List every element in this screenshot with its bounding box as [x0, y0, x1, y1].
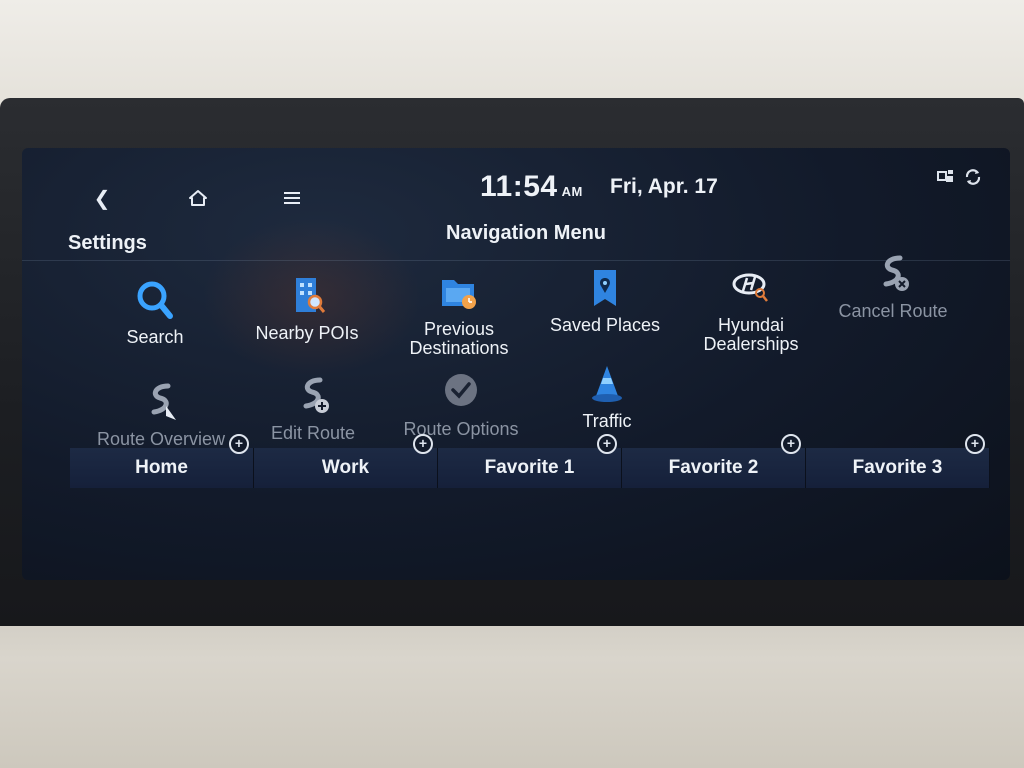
- clock: 11:54 AM: [480, 170, 583, 204]
- favorite-work-label: Work: [321, 457, 370, 478]
- hamburger-menu-icon: [284, 192, 300, 204]
- add-favorite-1-icon[interactable]: +: [597, 434, 617, 454]
- previous-destinations-label: Previous Destinations: [409, 319, 509, 358]
- favorite-1-button[interactable]: Favorite 1 +: [438, 434, 622, 488]
- clock-ampm: AM: [561, 184, 583, 199]
- search-label: Search: [126, 327, 184, 347]
- settings-button[interactable]: Settings: [68, 232, 147, 255]
- status-icons: [936, 168, 982, 186]
- hyundai-dealerships-label: Hyundai Dealerships: [703, 315, 799, 354]
- back-chevron-icon: ❮: [93, 186, 111, 210]
- route-overview-menu-item[interactable]: Route Overview: [86, 380, 236, 449]
- search-menu-item[interactable]: Search: [80, 278, 230, 347]
- add-favorite-3-icon[interactable]: +: [965, 434, 985, 454]
- previous-destinations-menu-item[interactable]: Previous Destinations: [384, 270, 534, 358]
- hyundai-dealerships-menu-item[interactable]: Hyundai Dealerships: [676, 266, 826, 354]
- favorite-2-button[interactable]: Favorite 2 +: [622, 434, 806, 488]
- favorite-home-label: Home: [135, 457, 188, 478]
- add-home-icon[interactable]: +: [229, 434, 249, 454]
- infotainment-screen: ❮ 11:54 AM Fri, Apr. 17 Settings Navigat…: [22, 148, 1010, 580]
- search-icon: [137, 281, 173, 319]
- saved-places-icon: [594, 270, 616, 306]
- hyundai-logo-icon: [732, 273, 768, 302]
- page-title: Navigation Menu: [446, 222, 607, 244]
- route-options-menu-item[interactable]: Route Options: [386, 370, 536, 439]
- edit-route-label: Edit Route: [270, 423, 356, 443]
- saved-places-menu-item[interactable]: Saved Places: [530, 266, 680, 335]
- menu-button[interactable]: [272, 180, 312, 216]
- add-favorite-2-icon[interactable]: +: [781, 434, 801, 454]
- folder-clock-icon: [442, 280, 476, 309]
- sync-icon: [965, 169, 981, 185]
- favorite-3-label: Favorite 3: [852, 457, 943, 478]
- favorite-1-label: Favorite 1: [484, 457, 575, 478]
- favorite-work-button[interactable]: Work +: [254, 434, 438, 488]
- nearby-pois-label: Nearby POIs: [255, 323, 359, 343]
- back-button[interactable]: ❮: [82, 180, 122, 216]
- favorite-3-button[interactable]: Favorite 3 +: [806, 434, 990, 488]
- traffic-menu-item[interactable]: Traffic: [532, 362, 682, 431]
- home-button[interactable]: [178, 180, 218, 216]
- route-overview-label: Route Overview: [96, 429, 226, 449]
- favorites-bar: Home + Work + Favorite 1 + Favorite 2 + …: [70, 434, 990, 488]
- saved-places-label: Saved Places: [549, 315, 661, 335]
- traffic-label: Traffic: [582, 411, 632, 431]
- edit-route-menu-item[interactable]: Edit Route: [238, 374, 388, 443]
- edit-route-icon: [303, 377, 329, 413]
- nearby-pois-menu-item[interactable]: Nearby POIs: [232, 274, 382, 343]
- favorite-home-button[interactable]: Home +: [70, 434, 254, 488]
- home-icon: [189, 190, 207, 206]
- add-work-icon[interactable]: +: [413, 434, 433, 454]
- date-display: Fri, Apr. 17: [610, 175, 718, 198]
- route-options-check-icon: [445, 374, 477, 406]
- cancel-route-menu-item[interactable]: Cancel Route: [818, 252, 968, 321]
- traffic-cone-icon: [592, 366, 622, 402]
- building-search-icon: [296, 278, 326, 313]
- cancel-route-icon: [883, 255, 909, 291]
- route-overview-icon: [151, 383, 176, 420]
- clock-time: 11:54: [480, 170, 558, 203]
- connectivity-icon: [937, 170, 953, 182]
- cancel-route-label: Cancel Route: [838, 301, 948, 321]
- favorite-2-label: Favorite 2: [668, 457, 759, 478]
